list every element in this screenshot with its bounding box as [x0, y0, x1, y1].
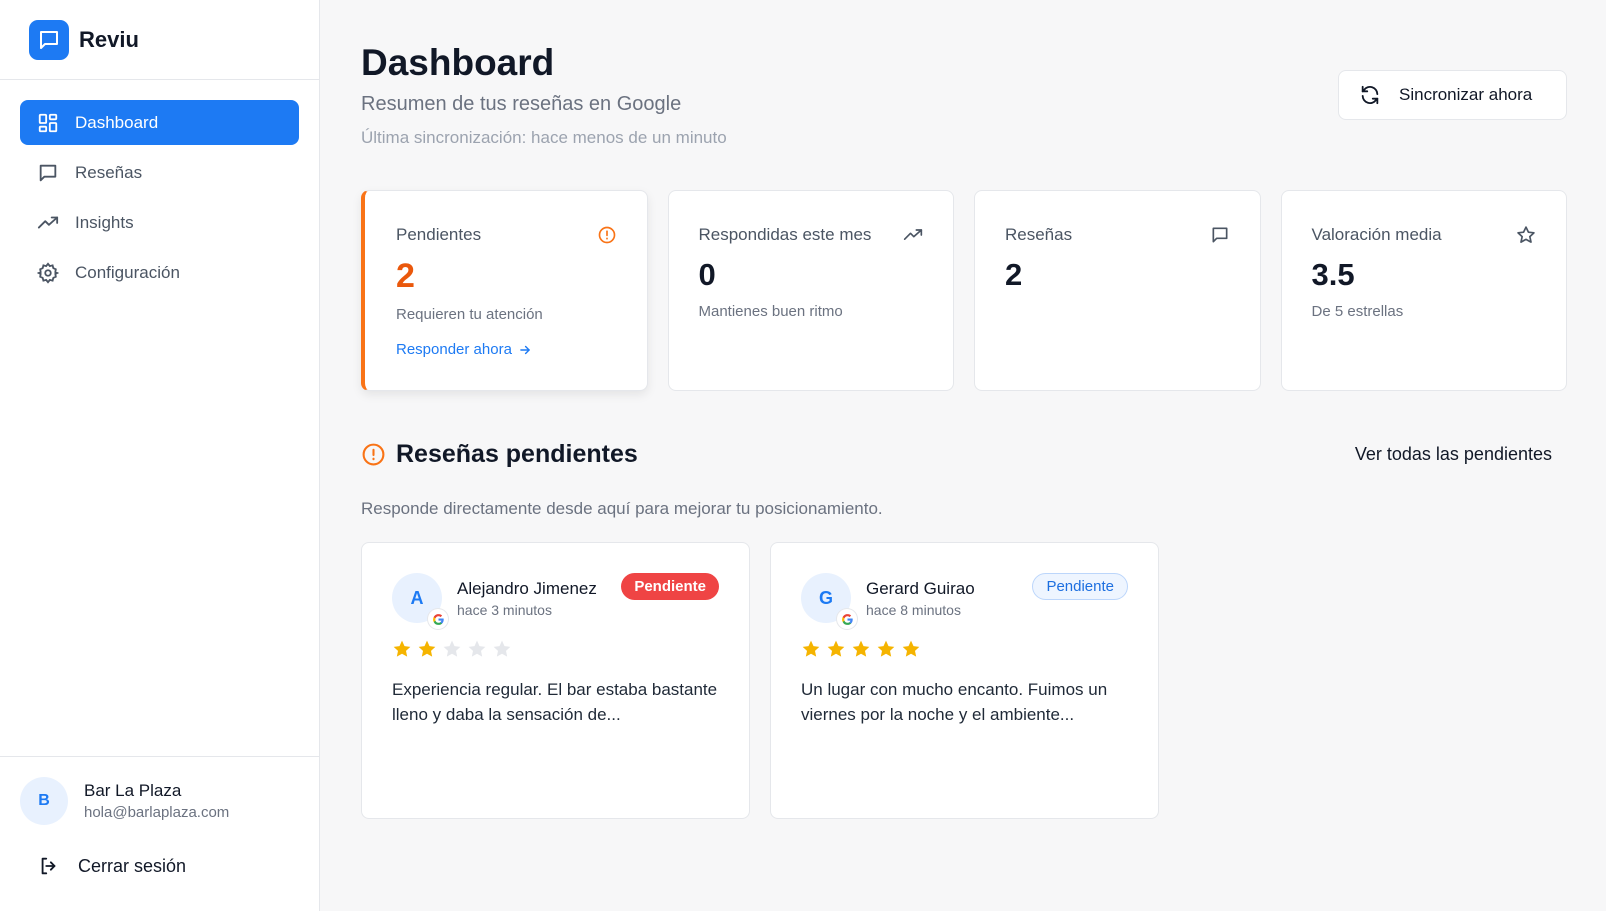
sidebar: Reviu Dashboard Reseñas Insights Configu… — [0, 0, 320, 911]
dashboard-icon — [36, 111, 60, 135]
sidebar-item-label: Dashboard — [75, 112, 159, 132]
sidebar-item-label: Configuración — [75, 262, 180, 282]
page-subtitle: Resumen de tus reseñas en Google — [361, 93, 682, 115]
status-badge: Pendiente — [621, 573, 719, 600]
refresh-icon — [1359, 84, 1381, 106]
star-empty-icon — [492, 639, 512, 659]
avatar-initial: G — [818, 587, 833, 608]
section-title: Reseñas pendientes — [396, 440, 638, 468]
pending-reviews-list: A Alejandro Jimenez hace 3 minutos Pendi… — [361, 542, 1159, 819]
alert-circle-icon — [361, 442, 386, 467]
stat-value: 2 — [1005, 257, 1023, 292]
stat-card-valoracion: Valoración media 3.5 De 5 estrellas — [1280, 190, 1567, 391]
alert-circle-icon — [597, 225, 617, 245]
review-text: Un lugar con mucho encanto. Fuimos un vi… — [801, 680, 1108, 724]
sidebar-item-resenas[interactable]: Reseñas — [20, 150, 299, 195]
account-name: Bar La Plaza — [84, 781, 182, 800]
stat-card-resenas: Reseñas 2 — [974, 190, 1261, 391]
review-card[interactable]: A Alejandro Jimenez hace 3 minutos Pendi… — [361, 542, 750, 819]
sidebar-item-label: Insights — [75, 212, 134, 232]
star-filled-icon — [876, 639, 896, 659]
star-empty-icon — [467, 639, 487, 659]
main-content: Dashboard Resumen de tus reseñas en Goog… — [361, 0, 1567, 911]
sync-now-label: Sincronizar ahora — [1399, 85, 1533, 104]
avatar: B — [20, 777, 68, 825]
respond-now-link[interactable]: Responder ahora — [396, 341, 617, 358]
brand[interactable]: Reviu — [0, 0, 319, 80]
stat-label: Respondidas este mes — [698, 225, 872, 244]
stat-description: De 5 estrellas — [1311, 303, 1404, 320]
avatar-initial: A — [410, 587, 424, 608]
logout-label: Cerrar sesión — [78, 855, 187, 876]
avatar: G — [801, 573, 857, 629]
stat-label: Valoración media — [1311, 225, 1442, 244]
sidebar-item-label: Reseñas — [75, 162, 143, 182]
google-icon — [428, 609, 448, 629]
stat-label: Pendientes — [396, 225, 482, 244]
stat-description: Mantienes buen ritmo — [698, 303, 843, 320]
stat-value: 0 — [698, 257, 716, 292]
avatar: A — [392, 573, 448, 629]
stat-label: Reseñas — [1005, 225, 1073, 244]
sidebar-item-configuracion[interactable]: Configuración — [20, 250, 299, 295]
sidebar-footer: B Bar La Plaza hola@barlaplaza.com Cerra… — [0, 756, 319, 911]
arrow-right-icon — [518, 343, 532, 357]
sidebar-item-dashboard[interactable]: Dashboard — [20, 100, 299, 145]
account-email: hola@barlaplaza.com — [84, 804, 230, 821]
star-filled-icon — [801, 639, 821, 659]
logout-button[interactable]: Cerrar sesión — [0, 825, 319, 877]
stat-value: 2 — [396, 257, 415, 295]
pending-section-header: Reseñas pendientes — [361, 440, 638, 469]
message-icon — [1210, 225, 1230, 245]
star-filled-icon — [826, 639, 846, 659]
sidebar-item-insights[interactable]: Insights — [20, 200, 299, 245]
trending-up-icon — [903, 225, 923, 245]
star-filled-icon — [901, 639, 921, 659]
section-description: Responde directamente desde aquí para me… — [361, 499, 883, 518]
respond-now-label: Responder ahora — [396, 341, 512, 358]
stat-card-pendientes: Pendientes 2 Requieren tu atención Respo… — [361, 190, 648, 391]
stat-card-respondidas: Respondidas este mes 0 Mantienes buen ri… — [667, 190, 954, 391]
stat-description: Requieren tu atención — [396, 306, 543, 323]
star-filled-icon — [851, 639, 871, 659]
star-filled-icon — [392, 639, 412, 659]
sync-now-button[interactable]: Sincronizar ahora — [1338, 70, 1567, 120]
rating-stars — [392, 639, 719, 659]
last-sync-text: Última sincronización: hace menos de un … — [361, 128, 727, 147]
review-time: hace 8 minutos — [866, 602, 961, 618]
view-all-pending-button[interactable]: Ver todas las pendientes — [1355, 444, 1552, 465]
star-icon — [1516, 225, 1536, 245]
reviewer-name: Alejandro Jimenez — [457, 579, 597, 598]
brand-name: Reviu — [79, 26, 139, 52]
message-icon — [36, 161, 60, 185]
sidebar-nav: Dashboard Reseñas Insights Configuración — [0, 80, 319, 295]
status-badge: Pendiente — [1032, 573, 1128, 600]
rating-stars — [801, 639, 1128, 659]
account-card[interactable]: B Bar La Plaza hola@barlaplaza.com — [0, 757, 319, 825]
brand-logo-icon — [29, 19, 69, 60]
star-filled-icon — [417, 639, 437, 659]
review-card[interactable]: G Gerard Guirao hace 8 minutos Pendiente… — [770, 542, 1159, 819]
logout-icon — [38, 855, 60, 877]
gear-icon — [36, 261, 60, 285]
reviewer-name: Gerard Guirao — [866, 579, 975, 598]
stat-value: 3.5 — [1311, 257, 1355, 292]
star-empty-icon — [442, 639, 462, 659]
review-time: hace 3 minutos — [457, 602, 552, 618]
google-icon — [837, 609, 857, 629]
page-title: Dashboard — [361, 42, 555, 83]
review-text: Experiencia regular. El bar estaba basta… — [392, 680, 718, 724]
stats-row: Pendientes 2 Requieren tu atención Respo… — [361, 190, 1567, 391]
trending-up-icon — [36, 211, 60, 235]
